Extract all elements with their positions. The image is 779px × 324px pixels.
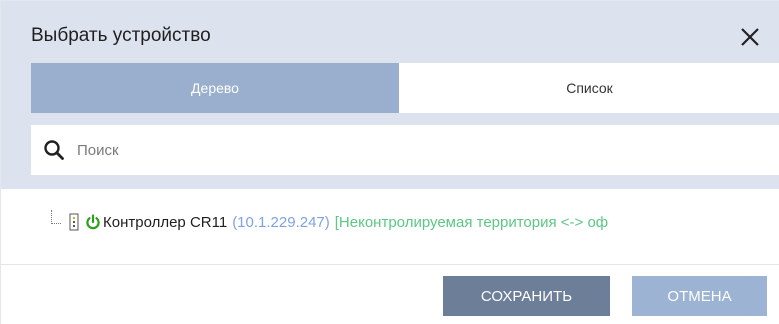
dialog-title: Выбрать устройство bbox=[31, 25, 211, 46]
tab-tree[interactable]: Дерево bbox=[31, 63, 399, 113]
device-ip: (10.1.229.247) bbox=[232, 213, 330, 231]
close-icon[interactable] bbox=[737, 24, 763, 50]
tree-item-controller[interactable]: Контроллер CR11 (10.1.229.247) [Неконтро… bbox=[51, 210, 608, 234]
select-device-dialog: Выбрать устройство Дерево Список Поиск К… bbox=[0, 0, 779, 324]
tab-list[interactable]: Список bbox=[399, 63, 779, 113]
dialog-footer: СОХРАНИТЬ ОТМЕНА bbox=[1, 266, 779, 324]
search-box bbox=[31, 125, 779, 175]
device-name: Контроллер CR11 bbox=[103, 213, 228, 231]
search-icon bbox=[43, 139, 65, 161]
dialog-header: Выбрать устройство Дерево Список bbox=[1, 1, 779, 189]
device-zone: [Неконтролируемая территория <-> оф bbox=[334, 213, 609, 231]
tab-list-label: Список bbox=[566, 80, 613, 96]
controller-icon bbox=[69, 213, 79, 231]
cancel-button[interactable]: ОТМЕНА bbox=[632, 276, 767, 316]
tab-tree-label: Дерево bbox=[191, 80, 239, 96]
view-tabs: Дерево Список bbox=[31, 63, 779, 113]
search-input[interactable] bbox=[75, 130, 779, 170]
power-icon bbox=[85, 214, 101, 230]
device-tree: Контроллер CR11 (10.1.229.247) [Неконтро… bbox=[1, 189, 779, 265]
tree-connector bbox=[51, 210, 61, 224]
save-button[interactable]: СОХРАНИТЬ bbox=[443, 276, 610, 316]
